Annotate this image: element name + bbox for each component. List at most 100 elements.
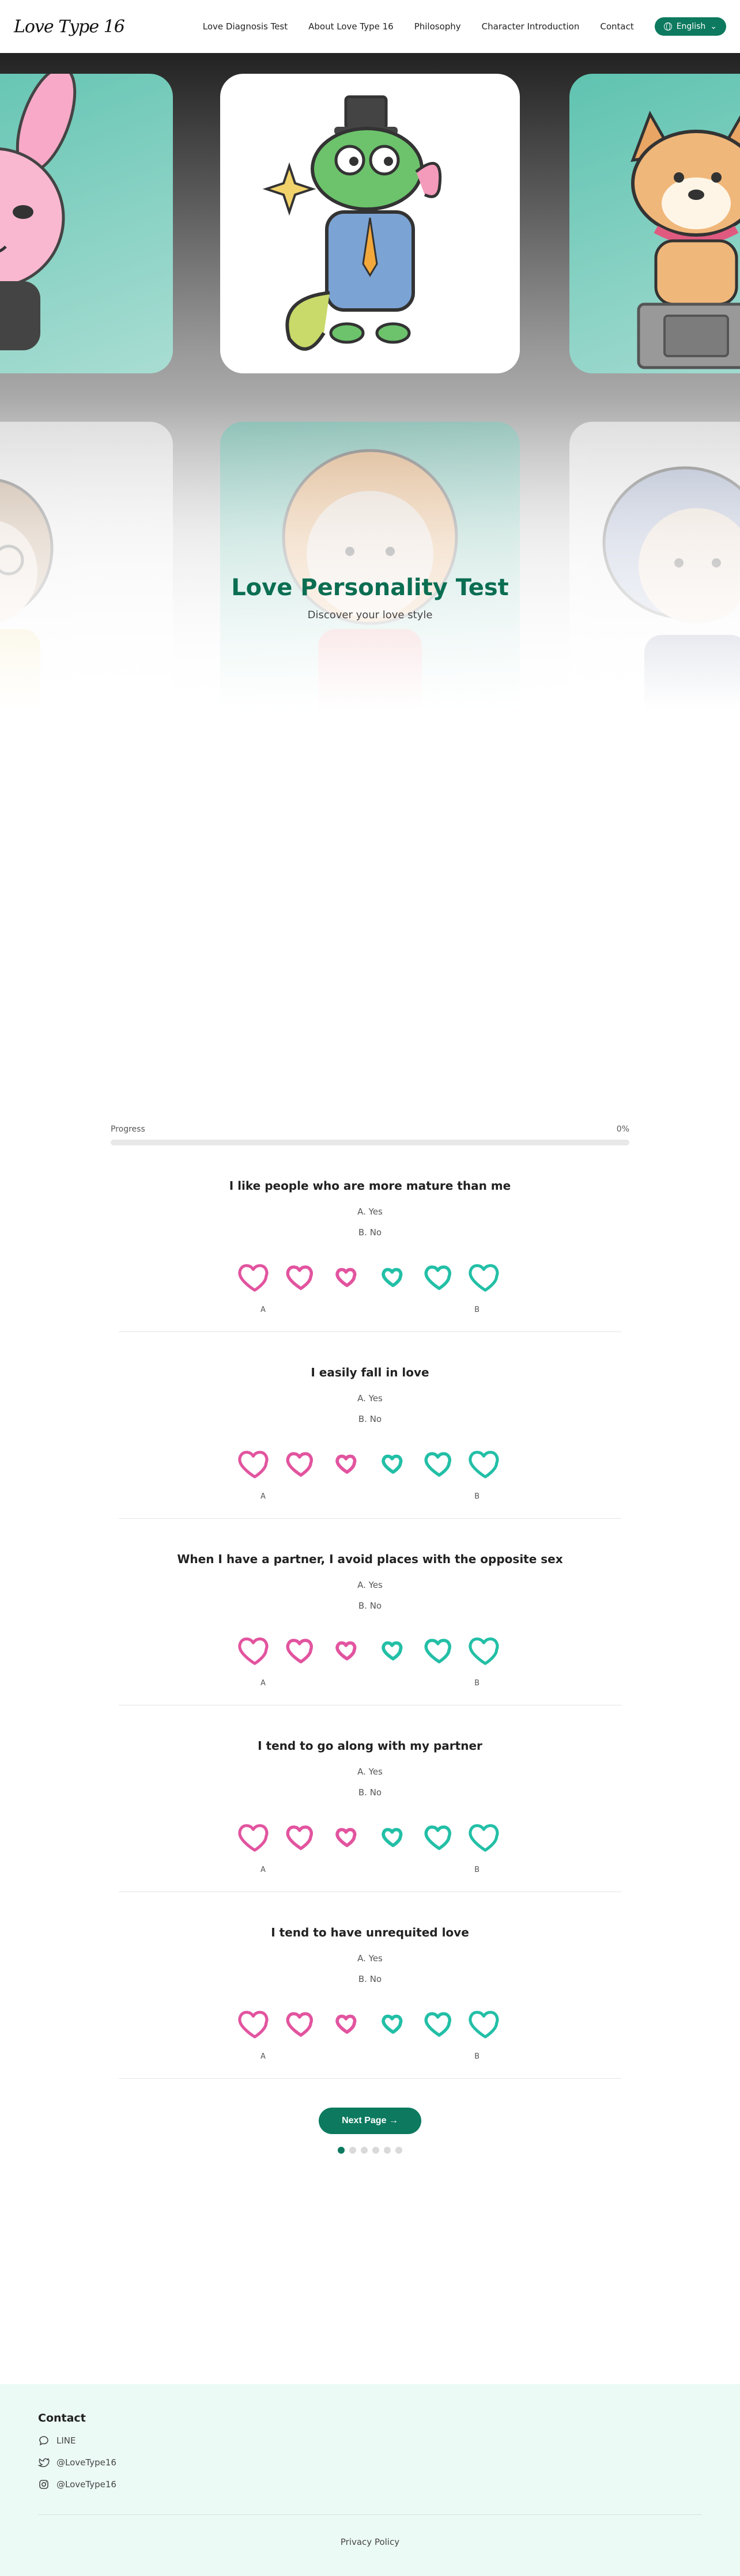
nav-about[interactable]: About Love Type 16 xyxy=(308,21,394,32)
nav-contact[interactable]: Contact xyxy=(600,21,633,32)
heart-scale-option-4[interactable] xyxy=(375,2005,411,2042)
heart-scale-option-4[interactable] xyxy=(375,1445,411,1482)
scale-label-b: B xyxy=(474,2052,480,2061)
site-footer: Contact LINE @LoveType16 @LoveType16 Pri… xyxy=(0,2384,740,2576)
heart-icon xyxy=(469,1637,499,1665)
heart-scale-option-1[interactable] xyxy=(236,1818,273,1855)
pagination-dot[interactable] xyxy=(361,2147,368,2154)
heart-scale-option-4[interactable] xyxy=(375,1818,411,1855)
scale-label-a: A xyxy=(260,2052,266,2061)
question-item: I easily fall in love A. Yes B. No A B xyxy=(119,1332,621,1519)
heart-scale-option-5[interactable] xyxy=(421,1818,458,1855)
heart-scale-option-2[interactable] xyxy=(282,1258,319,1295)
hero-fade-overlay xyxy=(0,399,740,710)
heart-scale-option-5[interactable] xyxy=(421,2005,458,2042)
heart-scale-option-2[interactable] xyxy=(282,1632,319,1669)
scale-label-a: A xyxy=(260,1306,266,1314)
heart-icon xyxy=(424,1639,451,1663)
heart-scale-option-3[interactable] xyxy=(329,1445,365,1482)
language-selector[interactable]: English ⌄ xyxy=(654,17,726,36)
heart-icon xyxy=(382,2014,403,2034)
twitter-icon xyxy=(38,2458,50,2467)
heart-scale-option-4[interactable] xyxy=(375,1632,411,1669)
heart-scale-option-1[interactable] xyxy=(236,1445,273,1482)
instagram-icon xyxy=(39,2480,48,2489)
heart-scale-option-1[interactable] xyxy=(236,1258,273,1295)
progress-bar xyxy=(111,1140,629,1145)
pagination-dot[interactable] xyxy=(384,2147,391,2154)
heart-scale-option-6[interactable] xyxy=(467,1632,504,1669)
heart-icon xyxy=(286,1265,313,1290)
heart-scale xyxy=(119,1632,621,1669)
footer-link-line[interactable]: LINE xyxy=(38,2435,702,2446)
heart-scale-option-5[interactable] xyxy=(421,1258,458,1295)
heart-scale-option-5[interactable] xyxy=(421,1445,458,1482)
question-option-b: B. No xyxy=(358,1414,382,1424)
heart-icon xyxy=(424,1825,451,1850)
hero-title: Love Personality Test xyxy=(231,574,509,601)
heart-scale-option-2[interactable] xyxy=(282,1445,319,1482)
scale-label-b: B xyxy=(474,1306,480,1314)
question-text: When I have a partner, I avoid places wi… xyxy=(177,1552,563,1566)
rabbit-illustration xyxy=(0,74,77,350)
heart-scale-option-2[interactable] xyxy=(282,2005,319,2042)
heart-icon xyxy=(335,2014,357,2034)
question-item: I like people who are more mature than m… xyxy=(119,1145,621,1332)
nav-character-introduction[interactable]: Character Introduction xyxy=(482,21,580,32)
language-label: English xyxy=(676,22,706,31)
heart-scale-option-2[interactable] xyxy=(282,1818,319,1855)
heart-scale-option-3[interactable] xyxy=(329,1258,365,1295)
nav-love-diagnosis-test[interactable]: Love Diagnosis Test xyxy=(203,21,288,32)
footer-divider xyxy=(38,2514,702,2515)
nav-philosophy[interactable]: Philosophy xyxy=(414,21,461,32)
heart-icon xyxy=(238,1824,269,1852)
pagination-dot[interactable] xyxy=(372,2147,379,2154)
question-option-a: A. Yes xyxy=(357,1953,383,1964)
heart-scale-option-5[interactable] xyxy=(421,1632,458,1669)
scale-label-b: B xyxy=(474,1679,480,1688)
question-text: I easily fall in love xyxy=(311,1365,429,1379)
heart-scale xyxy=(119,1445,621,1482)
heart-icon xyxy=(238,1451,269,1478)
character-card-chameleon xyxy=(220,74,520,373)
heart-scale-option-1[interactable] xyxy=(236,2005,273,2042)
hero-section: Love Personality Test Discover your love… xyxy=(0,53,740,710)
heart-scale-option-1[interactable] xyxy=(236,1632,273,1669)
quiz-main: Progress 0% I like people who are more m… xyxy=(111,710,629,2154)
heart-scale-option-6[interactable] xyxy=(467,1258,504,1295)
heart-scale-option-6[interactable] xyxy=(467,1445,504,1482)
heart-scale-option-6[interactable] xyxy=(467,1818,504,1855)
pagination-dot[interactable] xyxy=(349,2147,356,2154)
heart-scale-option-3[interactable] xyxy=(329,1632,365,1669)
heart-icon xyxy=(424,1452,451,1477)
heart-scale-option-4[interactable] xyxy=(375,1258,411,1295)
footer-link-label: LINE xyxy=(56,2435,76,2446)
pagination-dot[interactable] xyxy=(338,2147,345,2154)
footer-link-label: @LoveType16 xyxy=(56,2457,116,2468)
heart-icon xyxy=(238,1264,269,1292)
site-logo[interactable]: Love Type 16 xyxy=(14,17,125,37)
scale-label-b: B xyxy=(474,1866,480,1874)
scale-labels: A B xyxy=(260,1492,480,1501)
hero-subtitle: Discover your love style xyxy=(307,609,433,621)
footer-link-instagram[interactable]: @LoveType16 xyxy=(38,2479,702,2490)
heart-scale-option-3[interactable] xyxy=(329,2005,365,2042)
heart-icon xyxy=(469,1264,499,1292)
site-header: Love Type 16 Love Diagnosis Test About L… xyxy=(0,0,740,53)
next-page-button[interactable]: Next Page → xyxy=(319,2108,421,2134)
globe-icon xyxy=(663,22,672,31)
heart-icon xyxy=(424,2012,451,2037)
heart-scale-option-6[interactable] xyxy=(467,2005,504,2042)
footer-link-twitter[interactable]: @LoveType16 xyxy=(38,2457,702,2468)
scale-label-a: A xyxy=(260,1679,266,1688)
question-list: I like people who are more mature than m… xyxy=(111,1145,629,2079)
question-text: I tend to have unrequited love xyxy=(271,1926,469,1939)
privacy-policy-link[interactable]: Privacy Policy xyxy=(38,2537,702,2547)
pagination-dot[interactable] xyxy=(395,2147,402,2154)
chevron-down-icon: ⌄ xyxy=(710,22,717,31)
heart-icon xyxy=(382,1828,403,1847)
heart-icon xyxy=(335,1641,357,1660)
heart-scale-option-3[interactable] xyxy=(329,1818,365,1855)
next-button-wrap: Next Page → xyxy=(111,2108,629,2134)
question-option-a: A. Yes xyxy=(357,1766,383,1777)
